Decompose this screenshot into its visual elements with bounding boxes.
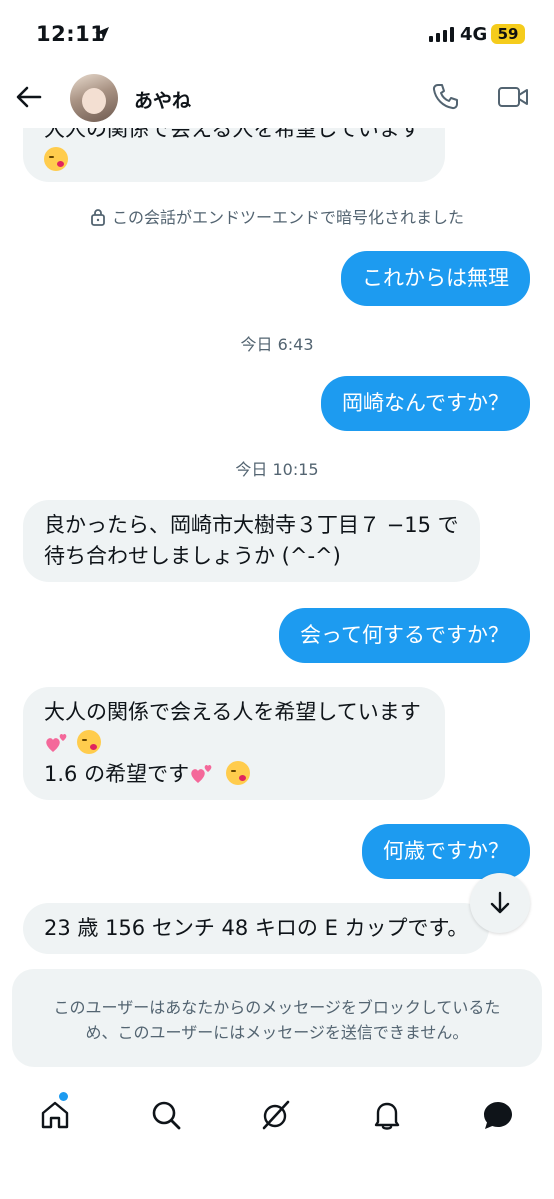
message-text: 良かったら、岡崎市大樹寺３丁目７ −15 で bbox=[44, 513, 459, 537]
blocked-notice: このユーザーはあなたからのメッセージをブロックしているた め、このユーザーにはメ… bbox=[12, 969, 542, 1067]
kissing-face-emoji-icon bbox=[44, 147, 68, 171]
phone-icon[interactable] bbox=[430, 82, 460, 112]
message-text: 何歳ですか？ bbox=[383, 839, 509, 863]
message-text: 1.6 の希望です bbox=[44, 762, 190, 786]
status-bar: 12:11 4G 59 bbox=[0, 0, 554, 70]
location-arrow-icon bbox=[95, 27, 109, 41]
arrow-left-icon[interactable] bbox=[14, 82, 44, 112]
message-received[interactable]: 大人の関係で会える人を希望しています 1.6 の希望です bbox=[23, 687, 445, 800]
bottom-navigation bbox=[0, 1082, 554, 1152]
message-text: 大人の関係で会える人を希望しています bbox=[44, 700, 421, 724]
blocked-notice-text: このユーザーはあなたからのメッセージをブロックしているた bbox=[53, 998, 501, 1017]
message-received[interactable]: 良かったら、岡崎市大樹寺３丁目７ −15 で 待ち合わせしましょうか (^-^) bbox=[23, 500, 480, 582]
notification-dot bbox=[59, 1092, 68, 1101]
message-text: これからは無理 bbox=[362, 266, 509, 290]
arrow-down-icon bbox=[490, 891, 510, 914]
two-hearts-emoji-icon bbox=[191, 765, 212, 783]
video-camera-icon[interactable] bbox=[497, 84, 529, 110]
conversation-header: あやね bbox=[0, 70, 554, 128]
encryption-notice: この会話がエンドツーエンドで暗号化されました bbox=[0, 204, 554, 228]
contact-name[interactable]: あやね bbox=[134, 86, 191, 113]
bell-icon[interactable] bbox=[370, 1098, 404, 1132]
message-timestamp: 今日 6:43 bbox=[240, 335, 314, 354]
grok-icon[interactable] bbox=[259, 1098, 293, 1132]
message-received[interactable]: 23 歳 156 センチ 48 キロの E カップです。 bbox=[23, 903, 490, 954]
home-icon[interactable] bbox=[38, 1098, 72, 1132]
blocked-notice-text: め、このユーザーにはメッセージを送信できません。 bbox=[85, 1023, 469, 1042]
message-text: 岡崎なんですか？ bbox=[342, 391, 509, 415]
battery-level: 59 bbox=[491, 24, 525, 44]
kissing-face-emoji-icon bbox=[76, 730, 101, 754]
message-text: 待ち合わせしましょうか (^-^) bbox=[44, 544, 341, 568]
message-sent[interactable]: 会って何するですか？ bbox=[279, 608, 530, 663]
avatar[interactable] bbox=[70, 74, 118, 122]
message-text: 会って何するですか？ bbox=[300, 623, 509, 647]
message-timestamp: 今日 10:15 bbox=[235, 460, 319, 479]
message-sent[interactable]: これからは無理 bbox=[341, 251, 530, 306]
message-sent[interactable]: 岡崎なんですか？ bbox=[321, 376, 530, 431]
two-hearts-emoji-icon bbox=[46, 734, 67, 752]
encryption-notice-text: この会話がエンドツーエンドで暗号化されました bbox=[111, 208, 464, 227]
message-text: 23 歳 156 センチ 48 キロの E カップです。 bbox=[44, 916, 469, 940]
network-type: 4G bbox=[460, 24, 488, 45]
scroll-to-bottom-button[interactable] bbox=[470, 873, 530, 933]
search-icon[interactable] bbox=[149, 1098, 183, 1132]
message-sent[interactable]: 何歳ですか？ bbox=[362, 824, 530, 879]
lock-icon bbox=[91, 209, 105, 226]
kissing-face-emoji-icon bbox=[225, 761, 250, 785]
signal-bars-icon bbox=[429, 26, 454, 42]
messages-icon[interactable] bbox=[481, 1098, 515, 1132]
